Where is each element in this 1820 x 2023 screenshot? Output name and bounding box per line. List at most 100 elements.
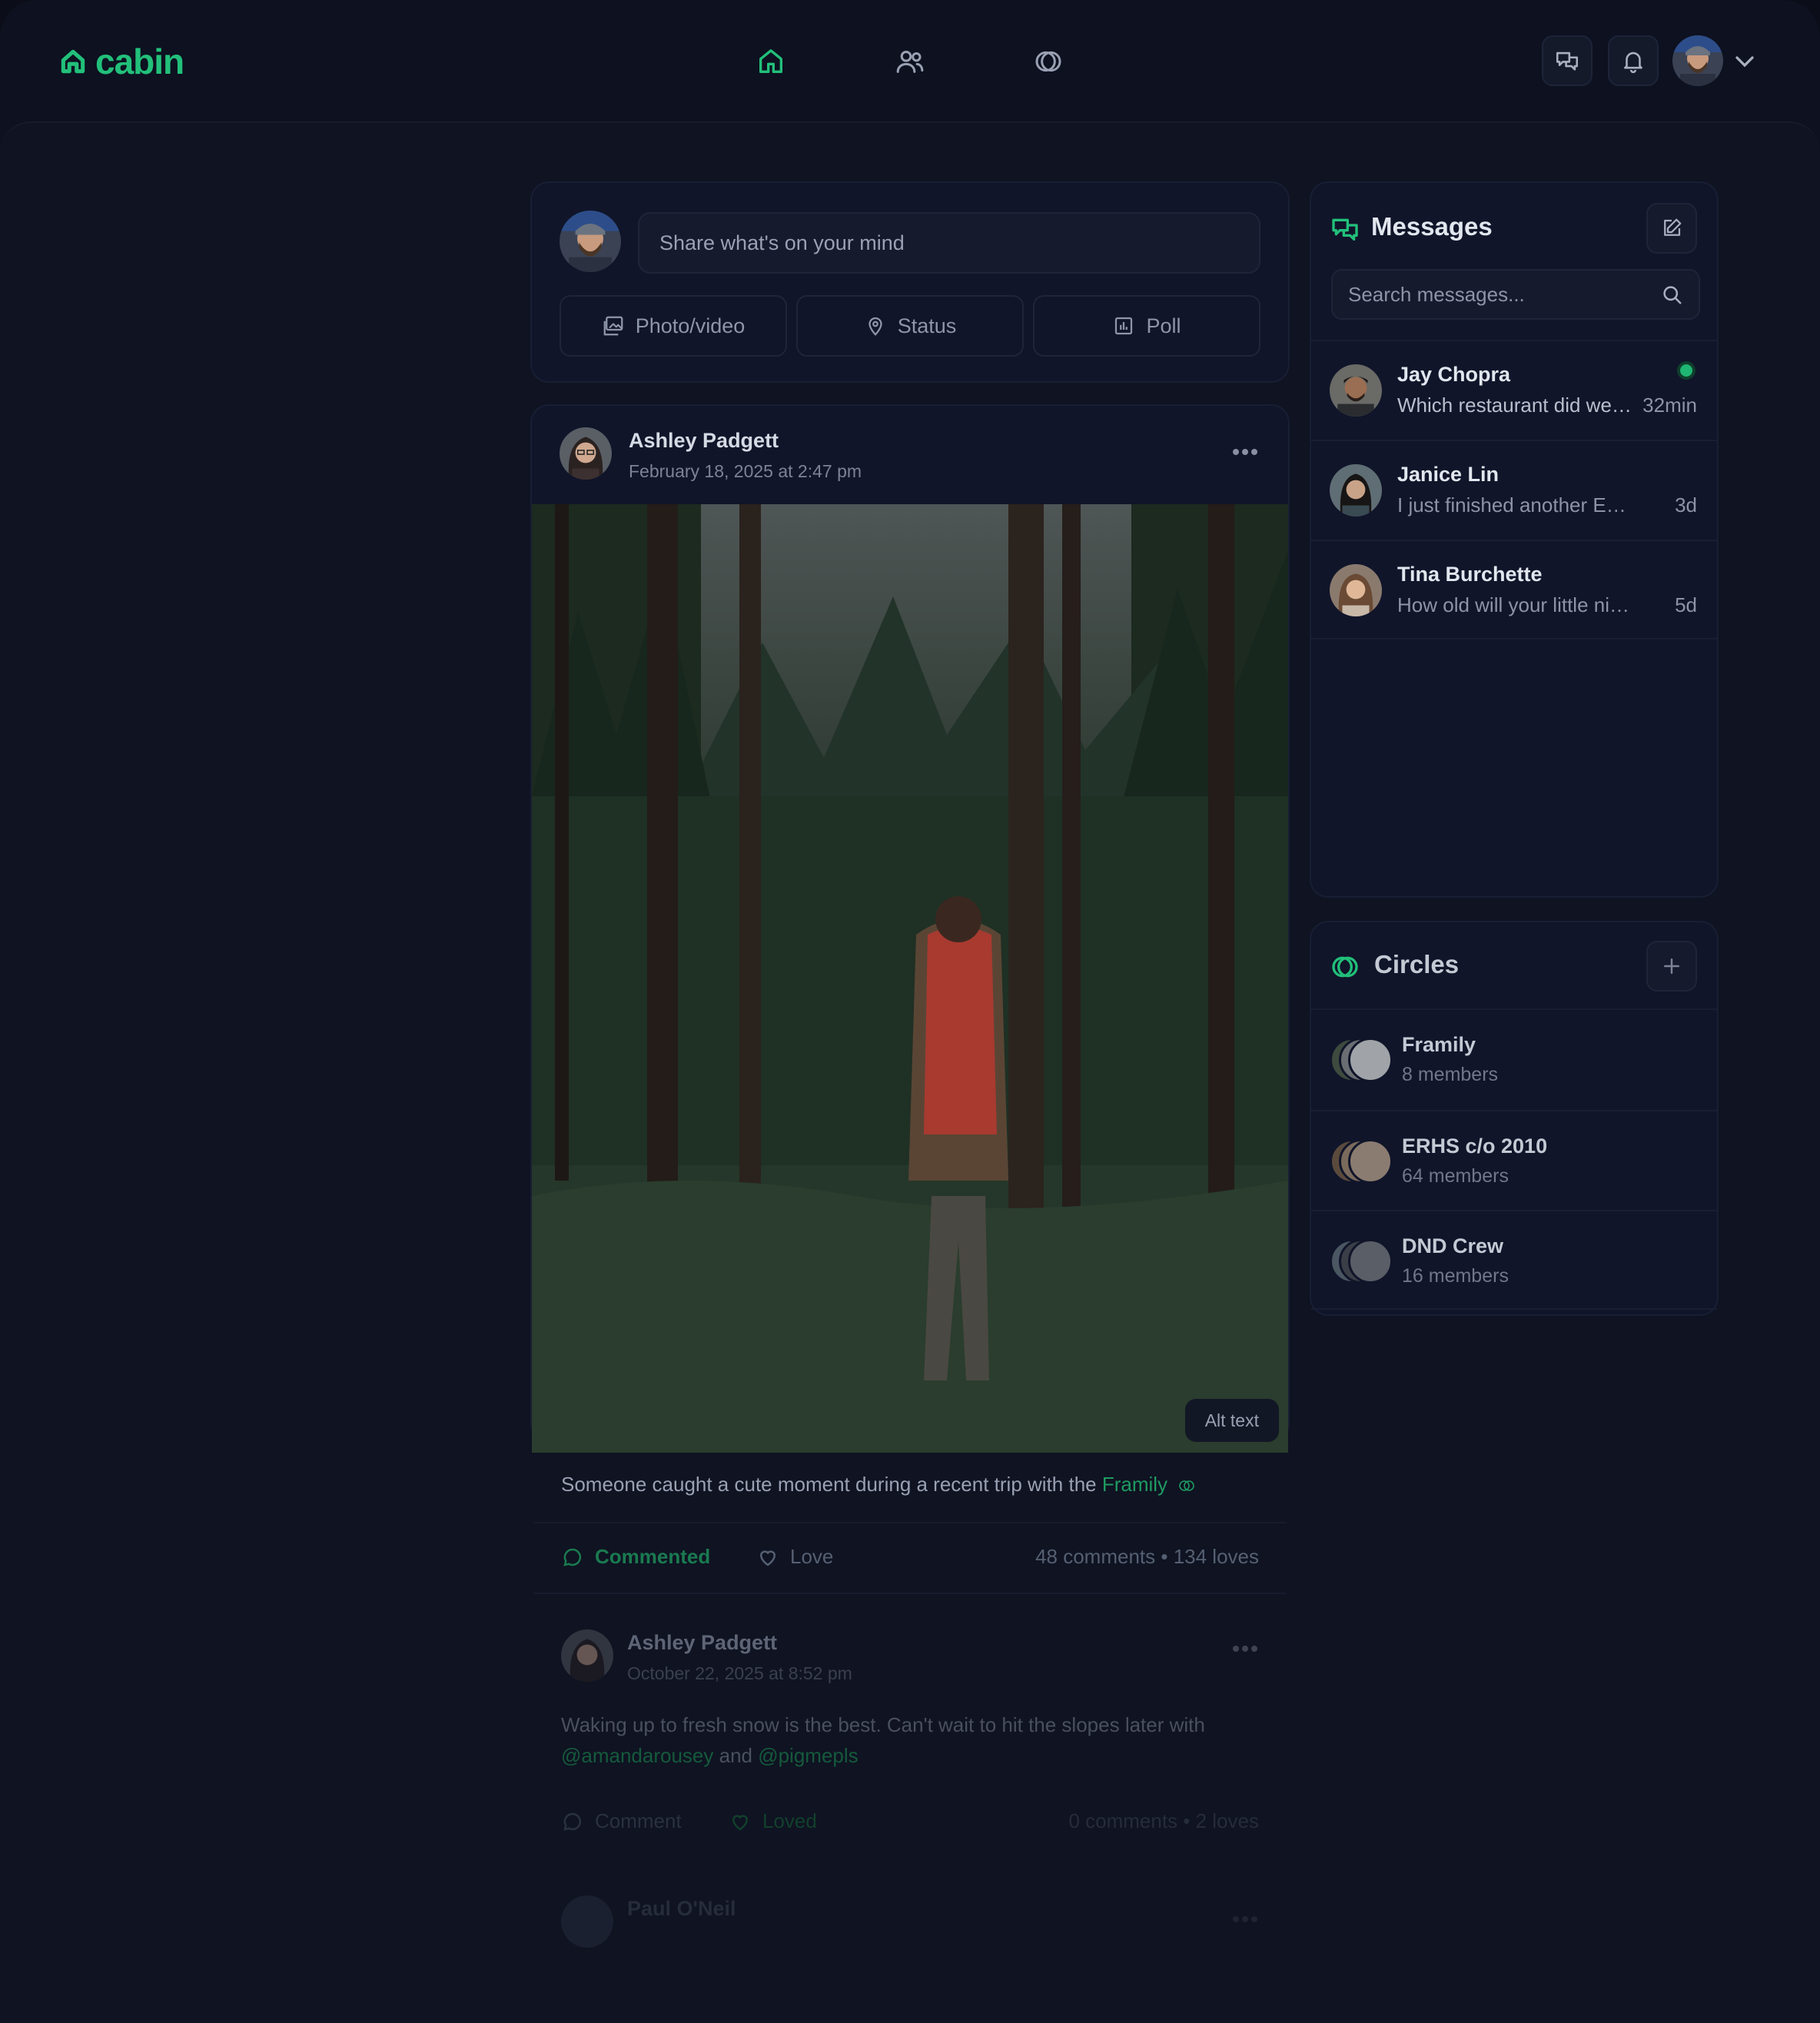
message-sender-name: Jay Chopra [1397,363,1511,386]
love-label: Love [790,1545,834,1568]
bell-icon [1624,51,1642,74]
post2-actions: Comment Loved 0 comments • 2 loves [561,1809,1259,1840]
circle-item-dnd-crew[interactable]: DND Crew 16 members [1311,1210,1717,1310]
post-author-avatar[interactable] [560,427,612,480]
circle-link-framily[interactable]: Framily [1102,1473,1167,1496]
message-avatar [1330,364,1382,417]
commented-button[interactable]: Commented [561,1545,710,1569]
search-icon[interactable] [1660,283,1683,306]
cabin-logo[interactable]: cabin [58,40,184,83]
post2-text: Waking up to fresh snow is the best. Can… [561,1709,1259,1771]
circle-member-count: 64 members [1402,1165,1509,1187]
nav-home[interactable] [752,43,789,80]
post-author-name[interactable]: Ashley Padgett [629,429,779,453]
alt-text-button[interactable]: Alt text [1184,1399,1279,1442]
actions-divider [533,1593,1287,1594]
message-avatar [1330,564,1382,616]
mention-amandarousey[interactable]: @amandarousey [561,1744,713,1767]
circle-item-erhs[interactable]: ERHS c/o 2010 64 members [1311,1110,1717,1210]
post2-loved-button[interactable]: Loved [729,1809,817,1833]
messages-title: Messages [1371,212,1493,241]
status-button[interactable]: Status [796,295,1024,357]
photo-video-button[interactable]: Photo/video [560,295,787,357]
poll-icon [1115,317,1133,335]
post2-stats[interactable]: 0 comments • 2 loves [1068,1809,1259,1833]
post2-text-line: Waking up to fresh snow is the best. Can… [561,1713,1205,1736]
nav-circles[interactable] [1030,43,1067,80]
post-caption: Someone caught a cute moment during a re… [561,1473,1196,1496]
circle-avatar-stack [1330,1139,1393,1184]
circles-icon [1035,51,1061,72]
notifications-button[interactable] [1608,35,1659,86]
post-photo[interactable]: Alt text [532,504,1288,1453]
poll-button[interactable]: Poll [1033,295,1260,357]
brand-name: cabin [95,42,184,81]
add-circle-button[interactable] [1646,941,1697,992]
message-time: 32min [1642,394,1697,417]
app-window: cabin Share what's on your mind Photo/vi… [0,0,1820,2023]
post2-author-name[interactable]: Ashley Padgett [627,1631,777,1655]
heart-icon [759,1550,776,1566]
message-sender-name: Janice Lin [1397,463,1500,486]
poll-label: Poll [1146,314,1181,337]
comment-icon [563,1548,582,1566]
circle-name: ERHS c/o 2010 [1402,1134,1548,1158]
post-more-button[interactable] [1231,444,1259,457]
circles-small-icon [1179,1480,1195,1491]
post3-author-avatar[interactable] [561,1895,613,1948]
share-input[interactable]: Share what's on your mind [638,212,1260,274]
feed-post: Ashley Padgett February 18, 2025 at 2:47… [530,404,1290,1453]
forest-hiker-image [532,504,1288,1453]
post2-comment-label: Comment [595,1809,682,1832]
plus-icon [1664,958,1679,974]
more-horizontal-icon [1233,449,1257,455]
compose-message-button[interactable] [1646,203,1697,254]
post-date: February 18, 2025 at 2:47 pm [629,461,862,481]
photo-icon [603,316,623,336]
feed-post-2: Ashley Padgett October 22, 2025 at 8:52 … [561,1623,1259,1823]
love-button[interactable]: Love [756,1545,833,1569]
post-stats[interactable]: 48 comments • 134 loves [1035,1545,1259,1569]
circle-name: DND Crew [1402,1234,1504,1257]
message-preview: How old will your little niece be? [1397,593,1636,616]
profile-menu-toggle[interactable] [1729,43,1760,80]
message-thread-tina-burchette[interactable]: Tina Burchette How old will your little … [1311,540,1717,639]
nav-friends[interactable] [892,43,928,80]
profile-avatar[interactable] [1672,35,1723,86]
chevron-down-icon [1735,56,1754,68]
circle-member-count: 8 members [1402,1064,1499,1085]
post3-author-name[interactable]: Paul O'Neil [627,1897,736,1921]
post3-more-button[interactable] [1231,1914,1259,1928]
message-thread-jay-chopra[interactable]: Jay Chopra Which restaurant did we go to… [1311,340,1717,440]
message-preview: Which restaurant did we go to last time? [1397,394,1636,417]
friends-icon [896,51,924,73]
messages-panel: Messages Search messages... Jay Chopra W… [1310,181,1719,898]
post2-more-button[interactable] [1231,1643,1259,1657]
commented-label: Commented [595,1545,711,1568]
unread-indicator [1680,364,1692,377]
chat-icon [1556,51,1579,71]
circles-icon [1332,956,1358,978]
more-horizontal-icon [1233,1916,1257,1922]
post2-date: October 22, 2025 at 8:52 pm [627,1663,852,1683]
messages-search-input[interactable]: Search messages... [1331,269,1700,320]
mention-pigmepls[interactable]: @pigmepls [758,1744,858,1767]
circle-avatar-stack [1330,1038,1393,1082]
location-pin-icon [868,317,882,336]
messages-button[interactable] [1542,35,1592,86]
post2-comment-button[interactable]: Comment [561,1809,682,1833]
messages-search-placeholder: Search messages... [1348,282,1525,306]
post2-author-avatar[interactable] [561,1629,613,1682]
circle-item-framily[interactable]: Framily 8 members [1311,1010,1717,1110]
circles-title: Circles [1374,950,1460,978]
message-time: 5d [1675,593,1697,616]
compose-icon [1664,218,1682,236]
home-logo-icon [61,49,85,74]
messages-icon [1332,218,1358,241]
caption-divider [533,1522,1287,1523]
comment-icon [563,1812,582,1831]
composer-avatar [560,211,621,272]
message-thread-janice-lin[interactable]: Janice Lin I just finished another EMS s… [1311,440,1717,540]
caption-text: Someone caught a cute moment during a re… [561,1473,1102,1496]
feed-post-3: Paul O'Neil [561,1891,1259,1968]
